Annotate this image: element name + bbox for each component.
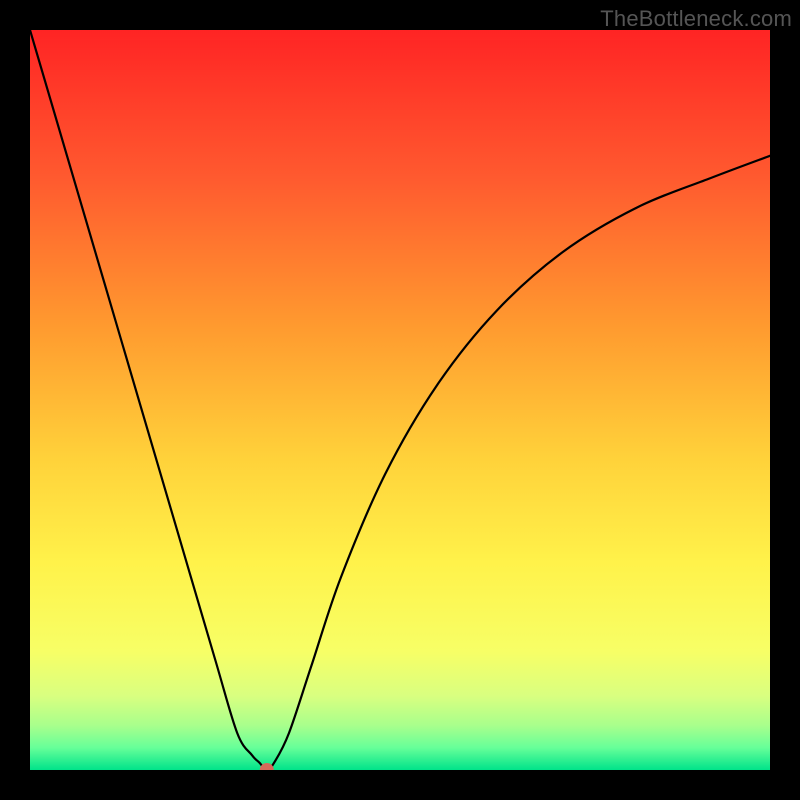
bottleneck-chart (30, 30, 770, 770)
gradient-background (30, 30, 770, 770)
watermark-text: TheBottleneck.com (600, 6, 792, 32)
